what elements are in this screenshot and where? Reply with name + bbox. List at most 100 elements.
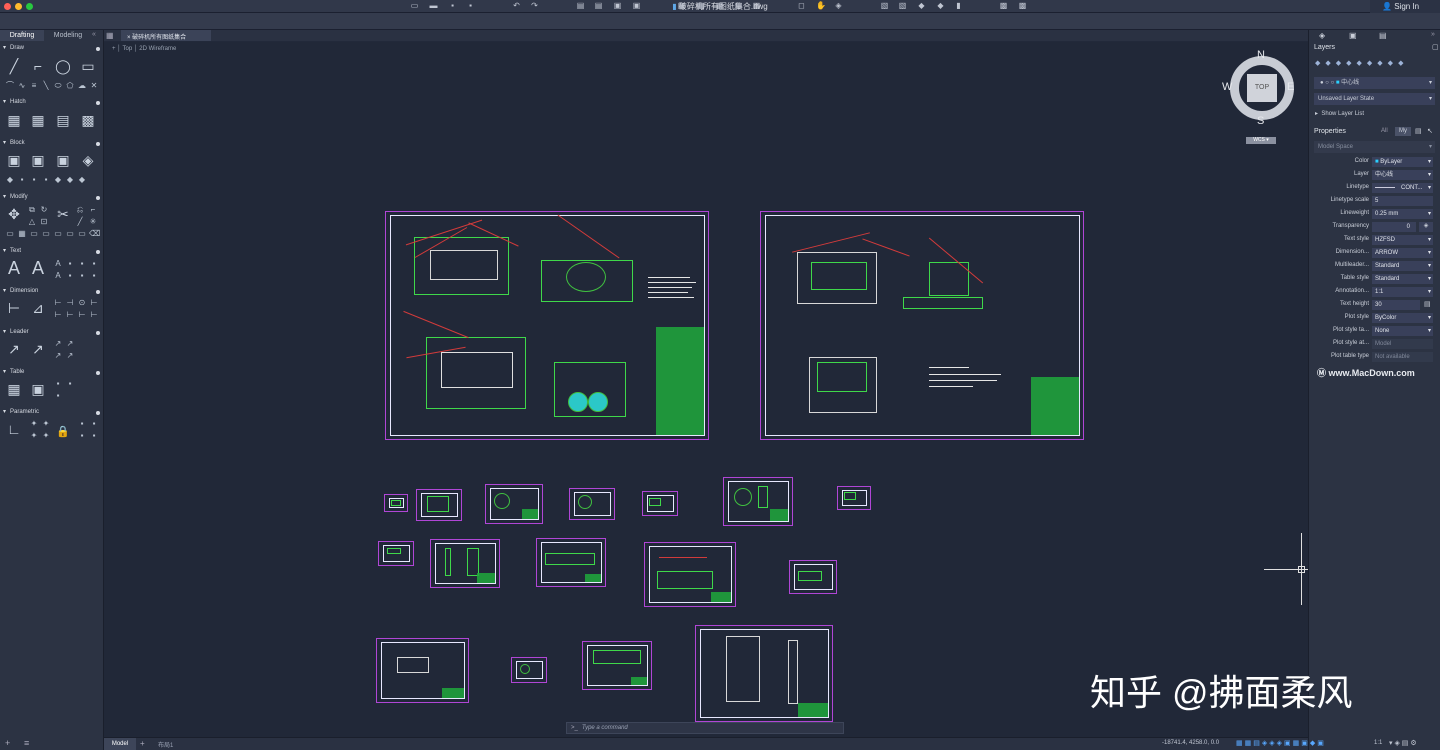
- polyline-tool-icon[interactable]: ⌐: [29, 57, 47, 75]
- drawing-sheet[interactable]: [511, 657, 547, 683]
- model-tab[interactable]: Model: [104, 738, 136, 750]
- save-icon[interactable]: ▪: [448, 2, 457, 10]
- quick-select-icon[interactable]: ▤: [1415, 127, 1422, 135]
- layer-toolbar[interactable]: ◆◆◆◆◆◆◆◆◆: [1315, 59, 1435, 69]
- mtext-tool-icon[interactable]: A: [5, 259, 23, 277]
- property-row-plot-style-table[interactable]: Plot style ta... None: [1309, 325, 1440, 338]
- property-row-color[interactable]: Color ■ ByLayer: [1309, 156, 1440, 169]
- edit-block-icon[interactable]: ▣: [54, 151, 72, 169]
- gradient-tool-icon[interactable]: ▦: [29, 111, 47, 129]
- ray-tool-icon[interactable]: ╲: [41, 81, 51, 91]
- property-row-dimension-style[interactable]: Dimension... ARROW: [1309, 247, 1440, 260]
- dim-linear-icon[interactable]: ⊢: [5, 299, 23, 317]
- spell-check-icon[interactable]: ▪: [65, 259, 75, 269]
- sign-in-button[interactable]: 👤 Sign In: [1370, 0, 1440, 13]
- drawing-sheet[interactable]: [723, 477, 793, 526]
- filter-all[interactable]: All: [1381, 128, 1388, 134]
- sync-attributes-icon[interactable]: ◆: [53, 175, 63, 185]
- tab-drafting[interactable]: Drafting: [0, 30, 44, 41]
- transparency-input[interactable]: 0: [1372, 222, 1416, 232]
- drawing-sheet[interactable]: [569, 488, 615, 520]
- find-text-icon[interactable]: ▪: [77, 259, 87, 269]
- wblock-icon[interactable]: ▪: [17, 175, 27, 185]
- text-style-icon[interactable]: A: [53, 259, 63, 269]
- status-settings-icons[interactable]: ▾ ◈ ▤ ⚙: [1389, 739, 1417, 747]
- insert-block-icon[interactable]: ▣: [5, 151, 23, 169]
- chamfer-tool-icon[interactable]: ╱: [75, 217, 85, 227]
- align-tool-icon[interactable]: ▭: [65, 229, 75, 239]
- drafting-toggles[interactable]: ▦▦▤◈◈◈▣▦▣◆▣: [1236, 739, 1326, 747]
- text-style-select[interactable]: HZFSD: [1372, 235, 1433, 245]
- compass-east[interactable]: E: [1287, 81, 1294, 93]
- spline-tool-icon[interactable]: ∿: [17, 81, 27, 91]
- drawing-sheet[interactable]: [416, 489, 462, 521]
- table-export-icon[interactable]: ▪: [53, 391, 63, 401]
- section-parametric[interactable]: Parametric: [0, 408, 104, 417]
- drawing-sheet[interactable]: [378, 541, 414, 566]
- xline-tool-icon[interactable]: ✕: [89, 81, 99, 91]
- property-row-text-style[interactable]: Text style HZFSD: [1309, 234, 1440, 247]
- collect-leader-icon[interactable]: ↗: [65, 351, 75, 361]
- pan-icon[interactable]: ✋: [816, 2, 826, 10]
- drawing-sheet[interactable]: [384, 494, 408, 512]
- section-hatch[interactable]: Hatch: [0, 98, 104, 107]
- viewport-icon[interactable]: ▦: [696, 2, 705, 10]
- erase-tool-icon[interactable]: ⌫: [89, 229, 100, 239]
- orbit-icon[interactable]: ◈: [834, 2, 843, 10]
- filter-my[interactable]: My: [1395, 127, 1411, 136]
- drawing-canvas[interactable]: + │ Top │ 2D Wireframe >_ Type a command: [104, 42, 1338, 737]
- layer-isolate-icon[interactable]: ▩: [1018, 2, 1027, 10]
- leader-edit-icon[interactable]: ↗: [29, 340, 47, 358]
- align-leader-icon[interactable]: ↗: [53, 351, 63, 361]
- text-height-input[interactable]: 30: [1372, 300, 1420, 310]
- select-objects-icon[interactable]: ↖: [1427, 127, 1433, 135]
- rotate-tool-icon[interactable]: ↻: [39, 205, 49, 215]
- offset-tool-icon[interactable]: ⎌: [75, 205, 85, 215]
- section-draw[interactable]: Draw: [0, 44, 104, 53]
- viewport-controls[interactable]: + │ Top │ 2D Wireframe: [112, 46, 176, 52]
- add-leader-icon[interactable]: ↗: [53, 339, 63, 349]
- section-leader[interactable]: Leader: [0, 328, 104, 337]
- data-link-icon[interactable]: ▪: [53, 379, 63, 389]
- dimension-style-select[interactable]: ARROW: [1372, 248, 1433, 258]
- text-align-icon[interactable]: ▪: [89, 259, 99, 269]
- dim-radius-icon[interactable]: ⊢: [53, 298, 63, 308]
- join-tool-icon[interactable]: ▭: [29, 229, 39, 239]
- property-row-plot-style[interactable]: Plot style ByColor: [1309, 312, 1440, 325]
- section-dimension[interactable]: Dimension: [0, 287, 104, 296]
- hatch-tool-icon[interactable]: ▦: [5, 111, 23, 129]
- dim-style-icon[interactable]: ⊢: [89, 310, 99, 320]
- delete-constraints-icon[interactable]: ▪: [89, 431, 99, 441]
- section-table[interactable]: Table: [0, 368, 104, 377]
- rectangle-tool-icon[interactable]: ▭: [79, 57, 97, 75]
- text-scale-icon[interactable]: A: [53, 271, 63, 281]
- dim-baseline-icon[interactable]: ⊢: [53, 310, 63, 320]
- constraint-icon[interactable]: ∟: [5, 420, 23, 438]
- lengthen-tool-icon[interactable]: ▭: [53, 229, 63, 239]
- drawing-sheet[interactable]: [642, 491, 678, 516]
- auto-constrain-icon[interactable]: ✦: [29, 419, 39, 429]
- view-control[interactable]: Top: [123, 46, 133, 52]
- scale-tool-icon[interactable]: ⊡: [39, 217, 49, 227]
- property-row-table-style[interactable]: Table style Standard: [1309, 273, 1440, 286]
- dim-diameter-icon[interactable]: ⊣: [65, 298, 75, 308]
- annotation-scale-readout[interactable]: 1:1: [1374, 740, 1382, 746]
- viewport-menu[interactable]: +: [112, 46, 116, 52]
- hide-constraints-icon[interactable]: ▪: [89, 419, 99, 429]
- export-icon[interactable]: ▣: [632, 2, 641, 10]
- layer-select[interactable]: 中心线: [1372, 170, 1433, 180]
- viewcube[interactable]: TOP N S E W WCS ▾: [1222, 49, 1298, 144]
- parameters-manager-icon[interactable]: ▪: [77, 431, 87, 441]
- drawing-sheet[interactable]: [385, 211, 709, 440]
- palette-settings-icon[interactable]: ≡: [24, 738, 29, 748]
- match-properties-icon[interactable]: ▧: [880, 2, 889, 10]
- lineweight-select[interactable]: 0.25 mm: [1372, 209, 1433, 219]
- add-palette-icon[interactable]: +: [5, 738, 10, 748]
- table-style-icon[interactable]: ▪: [65, 379, 75, 389]
- drawing-sheet[interactable]: [430, 539, 500, 588]
- dim-arc-icon[interactable]: ⊢: [89, 298, 99, 308]
- compass-west[interactable]: W: [1222, 81, 1232, 93]
- dim-ordinate-icon[interactable]: ⊢: [77, 310, 87, 320]
- move-tool-icon[interactable]: ✥: [5, 205, 23, 223]
- section-text[interactable]: Text: [0, 247, 104, 256]
